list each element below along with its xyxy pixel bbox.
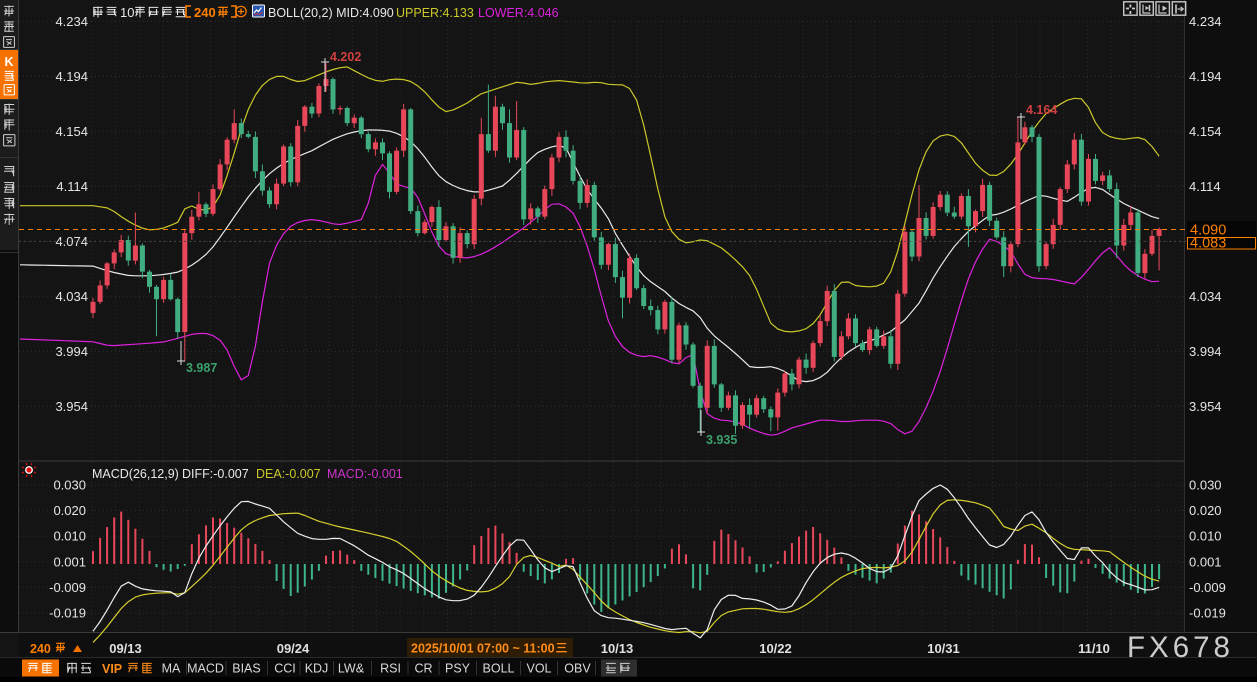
svg-text:4.234: 4.234: [55, 14, 88, 29]
svg-text:0.020: 0.020: [1189, 503, 1222, 518]
svg-text:CCI: CCI: [274, 662, 296, 676]
svg-text:-0.019: -0.019: [49, 606, 86, 621]
svg-text:LW&: LW&: [338, 662, 365, 676]
svg-text:240: 240: [194, 5, 216, 20]
svg-text:0.020: 0.020: [53, 503, 86, 518]
svg-text:K: K: [4, 55, 13, 69]
svg-text:MACD(26,12,9): MACD(26,12,9): [92, 467, 179, 481]
svg-text:RSI: RSI: [380, 662, 401, 676]
svg-text:CR: CR: [414, 662, 432, 676]
svg-text:DEA:-0.007: DEA:-0.007: [256, 467, 321, 481]
svg-text:4.202: 4.202: [330, 50, 361, 64]
svg-text:4.114: 4.114: [56, 179, 88, 194]
svg-text:3.994: 3.994: [55, 344, 88, 359]
svg-text:10/31: 10/31: [927, 641, 960, 656]
svg-text:0.001: 0.001: [1189, 554, 1222, 569]
svg-text:4.234: 4.234: [1189, 14, 1222, 29]
svg-text:3.954: 3.954: [1189, 399, 1222, 414]
svg-text:10: 10: [120, 5, 134, 20]
svg-text:UPPER:4.133: UPPER:4.133: [396, 6, 474, 20]
svg-text:4.194: 4.194: [1189, 69, 1222, 84]
svg-text:BOLL(20,2) MID:4.090: BOLL(20,2) MID:4.090: [268, 6, 394, 20]
svg-text:3.994: 3.994: [1189, 344, 1222, 359]
svg-text:MACD:-0.001: MACD:-0.001: [327, 467, 403, 481]
svg-text:4.154: 4.154: [1189, 124, 1222, 139]
svg-text:-0.009: -0.009: [1189, 580, 1226, 595]
svg-text:0.010: 0.010: [1189, 529, 1222, 544]
svg-text:3.987: 3.987: [186, 361, 217, 375]
svg-text:09/13: 09/13: [109, 641, 142, 656]
svg-text:BOLL: BOLL: [483, 662, 515, 676]
svg-text:DIFF:-0.007: DIFF:-0.007: [182, 467, 249, 481]
svg-text:3.935: 3.935: [706, 433, 737, 447]
svg-text:FX678: FX678: [1127, 631, 1234, 664]
svg-text:10/13: 10/13: [601, 641, 634, 656]
svg-text:KDJ: KDJ: [305, 662, 329, 676]
svg-text:10/22: 10/22: [759, 641, 792, 656]
svg-text:0.030: 0.030: [1189, 478, 1222, 493]
svg-text:0.001: 0.001: [53, 554, 86, 569]
svg-text:0.010: 0.010: [53, 529, 86, 544]
svg-text:BIAS: BIAS: [232, 662, 261, 676]
svg-text:VOL: VOL: [526, 662, 551, 676]
svg-text:-0.019: -0.019: [1189, 606, 1226, 621]
svg-text:4.154: 4.154: [55, 124, 88, 139]
svg-text:4.090: 4.090: [1190, 223, 1226, 239]
svg-text:2025/10/01 07:00 ~ 11:00: 2025/10/01 07:00 ~ 11:00: [411, 642, 555, 656]
svg-text:09/24: 09/24: [277, 641, 310, 656]
svg-text:3.954: 3.954: [55, 399, 88, 414]
svg-text:MACD: MACD: [187, 662, 224, 676]
svg-text:4.164: 4.164: [1026, 103, 1057, 117]
svg-text:240: 240: [30, 642, 51, 656]
svg-text:PSY: PSY: [445, 662, 471, 676]
svg-text:MA: MA: [162, 662, 181, 676]
svg-text:0.030: 0.030: [53, 478, 86, 493]
svg-text:4.034: 4.034: [1189, 289, 1222, 304]
svg-text:4.114: 4.114: [1189, 179, 1221, 194]
svg-text:VIP: VIP: [102, 662, 122, 676]
svg-text:-0.009: -0.009: [49, 580, 86, 595]
svg-text:11/10: 11/10: [1078, 641, 1110, 656]
svg-text:OBV: OBV: [564, 662, 591, 676]
svg-text:4.194: 4.194: [55, 69, 88, 84]
svg-text:4.034: 4.034: [55, 289, 88, 304]
svg-text:LOWER:4.046: LOWER:4.046: [478, 6, 559, 20]
